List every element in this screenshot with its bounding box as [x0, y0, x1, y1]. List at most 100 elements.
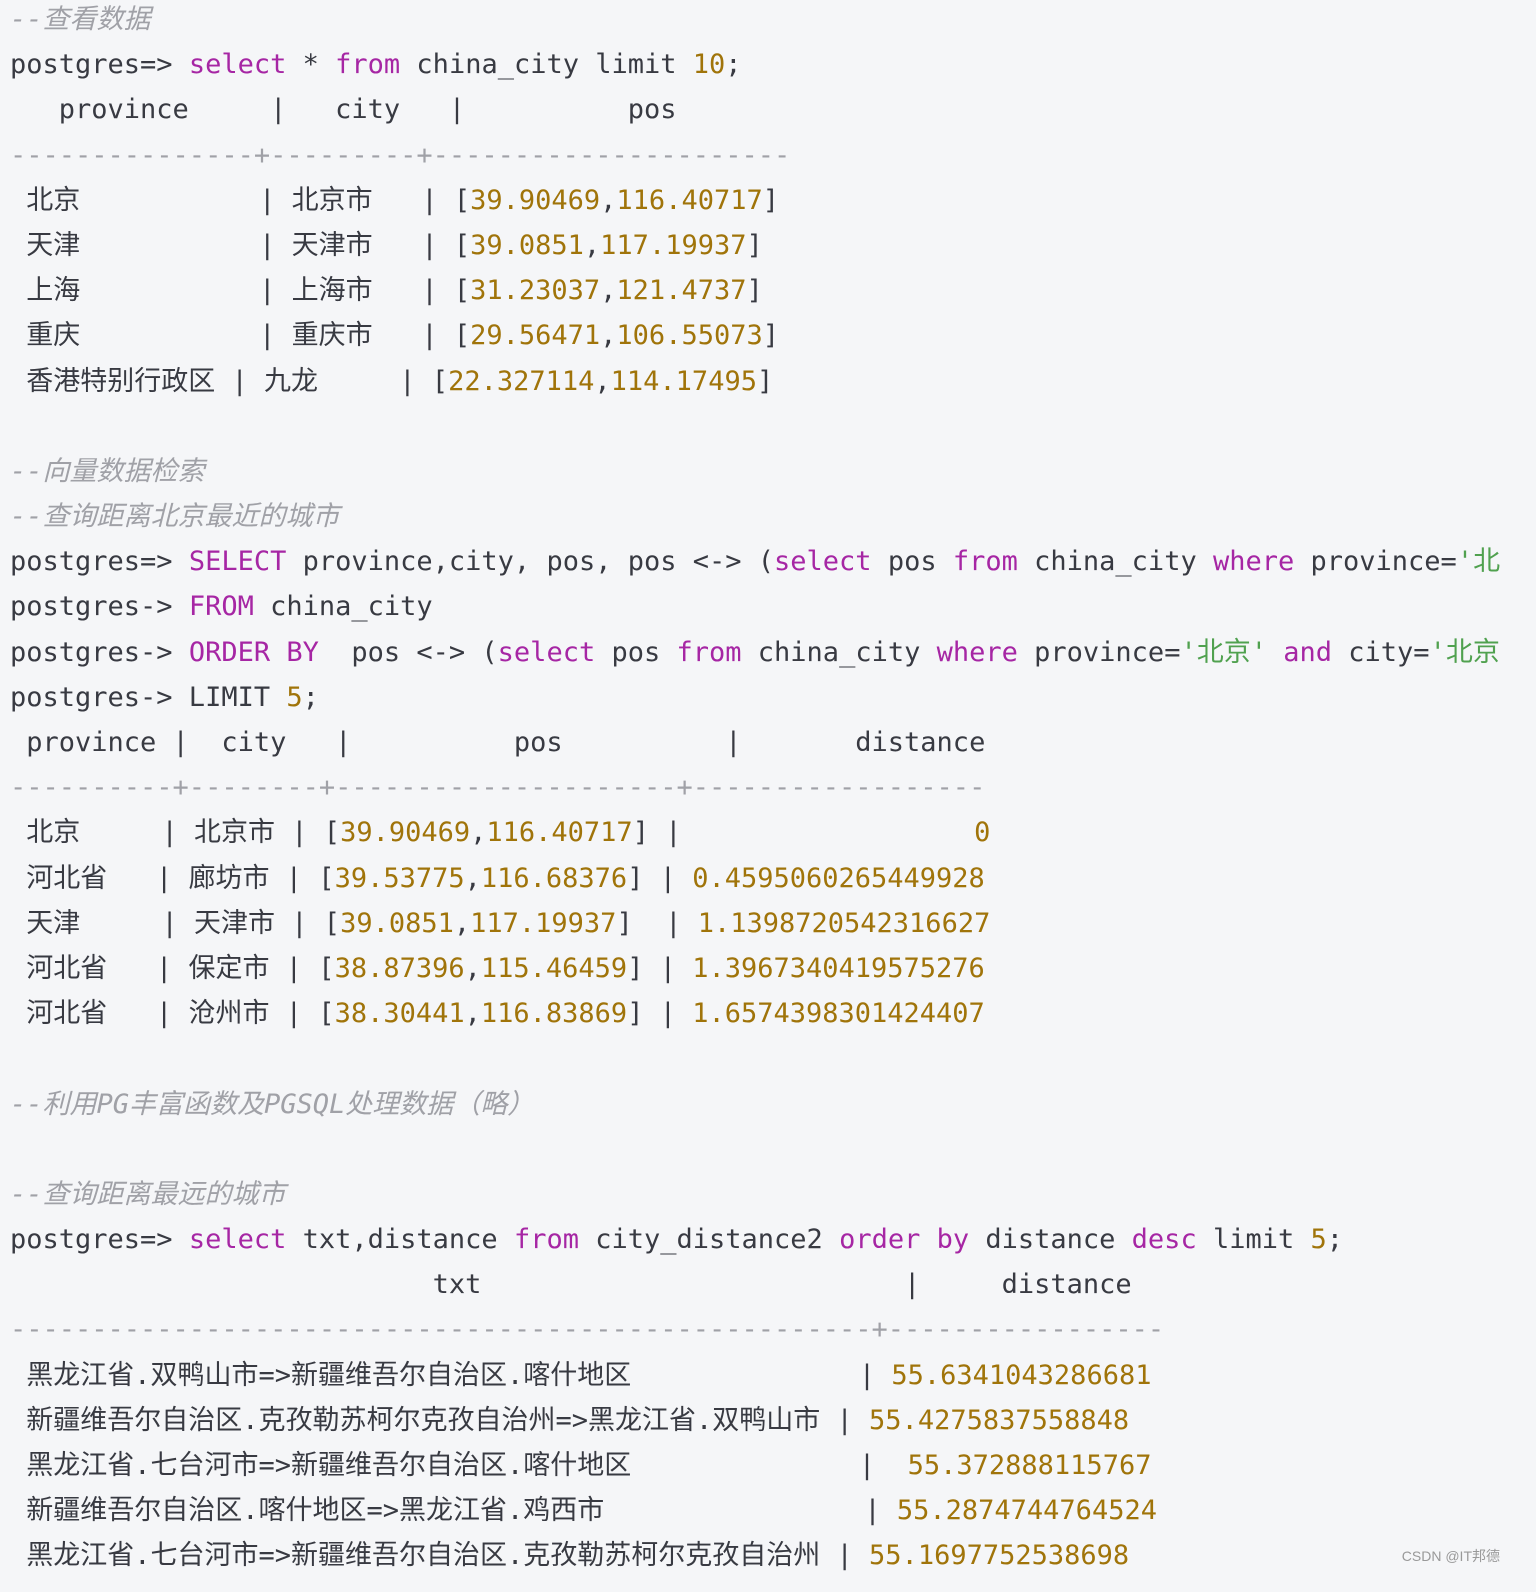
number-token: 5: [1310, 1224, 1327, 1256]
code-text: china_city limit: [400, 49, 693, 81]
keyword-token: select: [188, 49, 287, 81]
code-text: ,: [470, 817, 487, 849]
keyword-token: ORDER BY: [188, 636, 319, 668]
code-text: city=: [1332, 636, 1430, 668]
code-line: --查询距离北京最近的城市: [10, 494, 1516, 539]
code-text: ]: [762, 184, 779, 216]
code-text: pos: [871, 546, 953, 578]
code-text: 黑龙江省.七台河市=>新疆维吾尔自治区.克孜勒苏柯尔克孜自治州 |: [10, 1540, 870, 1572]
table-separator: ----------------------------------------…: [10, 1314, 1165, 1346]
code-text: ,: [600, 320, 617, 352]
code-line: --向量数据检索: [10, 449, 1516, 494]
code-line: --利用PG丰富函数及PGSQL处理数据（略）: [10, 1082, 1516, 1127]
number-token: 39.0851: [470, 229, 584, 261]
code-text: postgres=>: [10, 49, 189, 81]
code-text: txt | distance: [10, 1269, 1132, 1301]
comment: --查看数据: [10, 4, 151, 35]
code-line: postgres=> SELECT province,city, pos, po…: [10, 539, 1516, 584]
number-token: 117.19937: [470, 907, 617, 939]
keyword-token: select: [774, 546, 872, 578]
number-token: 1.3967340419575276: [692, 952, 985, 984]
number-token: 55.4275837558848: [869, 1404, 1130, 1436]
code-text: ,: [464, 998, 481, 1030]
code-line: postgres=> select * from china_city limi…: [10, 42, 1516, 87]
code-text: ] |: [632, 817, 975, 849]
string-token: '北京': [1180, 636, 1267, 668]
code-line: ---------------+---------+--------------…: [10, 133, 1516, 178]
number-token: 121.4737: [616, 275, 747, 307]
keyword-token: order by: [839, 1224, 970, 1256]
code-text: china_city: [253, 591, 433, 623]
number-token: 55.2874744764524: [896, 1495, 1157, 1527]
code-line: 北京 | 北京市 | [39.90469,116.40717] | 0: [10, 810, 1516, 855]
number-token: 116.68376: [480, 862, 628, 894]
code-line: 河北省 | 沧州市 | [38.30441,116.83869] | 1.657…: [10, 991, 1516, 1036]
number-token: 39.53775: [334, 862, 465, 894]
table-separator: ---------------+---------+--------------…: [10, 139, 791, 171]
code-text: ,: [600, 275, 617, 307]
number-token: 106.55073: [616, 320, 763, 352]
code-text: ] |: [627, 952, 693, 984]
code-text: 河北省 | 保定市 | [: [10, 952, 335, 984]
code-line: postgres-> FROM china_city: [10, 584, 1516, 629]
code-text: ,: [583, 229, 601, 261]
code-text: 天津 | 天津市 | [: [10, 229, 471, 261]
code-line: postgres-> ORDER BY pos <-> (select pos …: [10, 630, 1516, 675]
number-token: 55.372888115767: [907, 1450, 1152, 1481]
code-line: 黑龙江省.七台河市=>新疆维吾尔自治区.克孜勒苏柯尔克孜自治州 | 55.169…: [10, 1533, 1516, 1578]
code-text: 新疆维吾尔自治区.喀什地区=>黑龙江省.鸡西市 |: [10, 1495, 897, 1527]
code-text: 黑龙江省.七台河市=>新疆维吾尔自治区.喀什地区 |: [10, 1450, 908, 1481]
code-line: 北京 | 北京市 | [39.90469,116.40717]: [10, 178, 1516, 223]
keyword-token: desc: [1131, 1224, 1197, 1256]
number-token: 0: [974, 817, 991, 849]
code-line: 河北省 | 保定市 | [38.87396,115.46459] | 1.396…: [10, 946, 1516, 991]
keyword-token: from: [676, 636, 742, 668]
string-token: '北京: [1429, 636, 1500, 668]
number-token: 39.90469: [470, 184, 601, 216]
code-text: distance: [969, 1224, 1132, 1256]
code-line: 新疆维吾尔自治区.克孜勒苏柯尔克孜自治州=>黑龙江省.双鸭山市 | 55.427…: [10, 1398, 1516, 1443]
code-line: ----------+--------+--------------------…: [10, 765, 1516, 810]
code-line: province | city | pos | distance: [10, 720, 1516, 765]
number-token: 1.1398720542316627: [697, 907, 991, 939]
keyword-token: from: [513, 1224, 579, 1256]
code-text: postgres-> LIMIT: [10, 681, 287, 713]
code-text: 重庆 | 重庆市 | [: [10, 320, 471, 352]
code-text: 天津 | 天津市 | [: [10, 907, 341, 939]
number-token: 116.40717: [616, 184, 763, 216]
number-token: 116.40717: [486, 817, 633, 849]
comment: --利用PG丰富函数及PGSQL处理数据（略）: [10, 1088, 535, 1120]
code-block: --查看数据 postgres=> select * from china_cit…: [10, 0, 1516, 1579]
number-token: 29.56471: [470, 320, 601, 352]
table-separator: ----------+--------+--------------------…: [10, 772, 986, 804]
keyword-token: SELECT: [188, 546, 287, 578]
code-text: 河北省 | 沧州市 | [: [10, 998, 335, 1030]
code-text: china_city: [1017, 546, 1213, 578]
code-text: ] |: [627, 862, 693, 894]
code-text: ]: [756, 365, 774, 397]
code-text: ,: [600, 184, 617, 216]
keyword-token: from: [952, 546, 1018, 578]
code-text: 上海 | 上海市 | [: [10, 275, 471, 307]
keyword-token: from: [335, 49, 401, 81]
code-text: postgres=>: [10, 546, 189, 578]
code-text: ;: [1326, 1224, 1344, 1256]
number-token: 55.6341043286681: [891, 1359, 1152, 1391]
keyword-token: select: [188, 1224, 287, 1256]
code-line: postgres=> select txt,distance from city…: [10, 1217, 1516, 1262]
number-token: 116.83869: [480, 998, 628, 1030]
number-token: 38.30441: [334, 998, 465, 1030]
code-line: 香港特别行政区 | 九龙 | [22.327114,114.17495]: [10, 359, 1516, 404]
number-token: 55.1697752538698: [869, 1540, 1130, 1572]
code-line: 新疆维吾尔自治区.喀什地区=>黑龙江省.鸡西市 | 55.28747447645…: [10, 1488, 1516, 1533]
code-text: 北京 | 北京市 | [: [10, 184, 471, 216]
number-token: 22.327114: [448, 365, 595, 397]
code-text: ] |: [616, 907, 698, 939]
code-line: 上海 | 上海市 | [31.23037,121.4737]: [10, 268, 1516, 313]
code-text: ,: [594, 365, 611, 397]
comment: --查询距离最远的城市: [10, 1178, 286, 1210]
keyword-token: where: [936, 636, 1018, 668]
